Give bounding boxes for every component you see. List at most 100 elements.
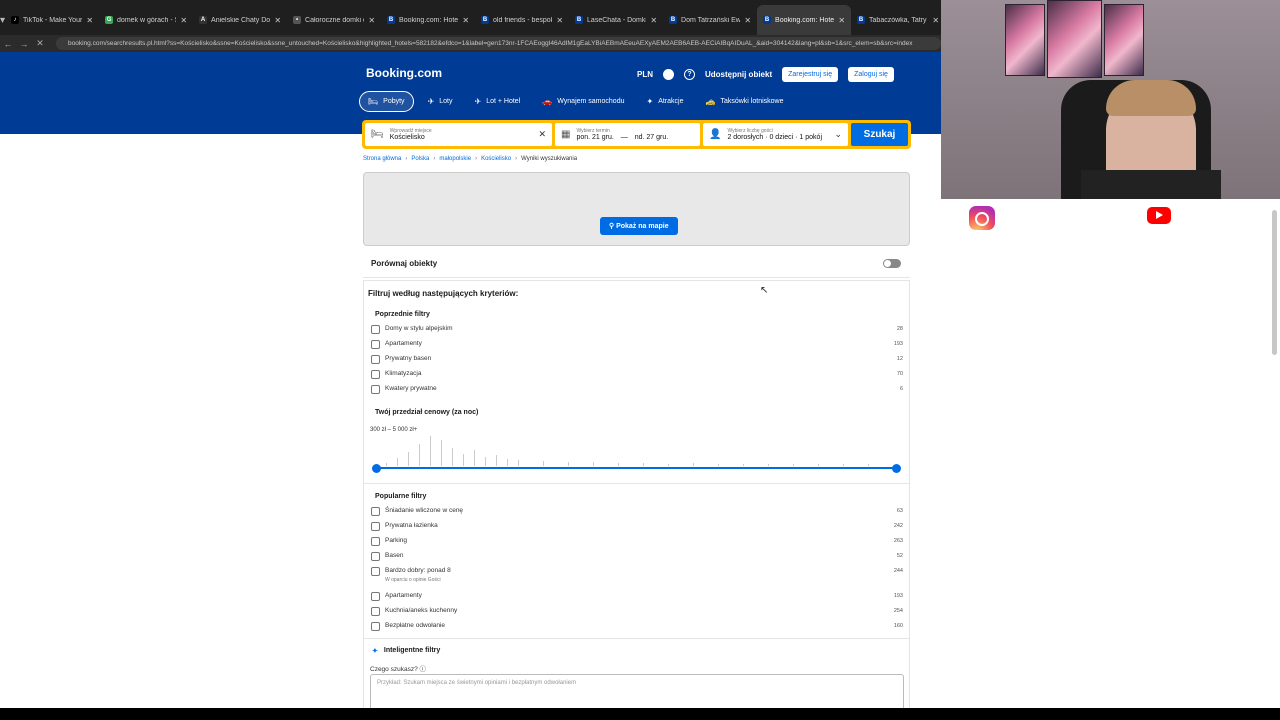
filter-checkbox[interactable] bbox=[371, 385, 380, 394]
forward-icon[interactable]: → bbox=[16, 39, 32, 49]
filter-option[interactable]: Apartamenty 193 bbox=[371, 339, 903, 350]
back-icon[interactable]: ← bbox=[0, 39, 16, 49]
filter-checkbox[interactable] bbox=[371, 567, 380, 576]
nav-item[interactable]: 🚗 Wynajem samochodu bbox=[534, 91, 632, 112]
histogram-bar bbox=[818, 464, 819, 466]
filter-checkbox[interactable] bbox=[371, 552, 380, 561]
close-tab-icon[interactable]: ✕ bbox=[274, 16, 281, 25]
browser-tab[interactable]: Gdomek w górach - Szukaj ✕ bbox=[99, 5, 193, 35]
price-min-handle[interactable] bbox=[372, 464, 381, 473]
filter-checkbox[interactable] bbox=[371, 622, 380, 631]
filter-option[interactable]: Basen 52 bbox=[371, 551, 903, 562]
browser-tab[interactable]: ♪TikTok - Make Your Day✕ bbox=[5, 5, 99, 35]
stop-loading-icon[interactable]: ✕ bbox=[32, 38, 48, 49]
browser-tab[interactable]: B Booking.com: Hotele ✕ bbox=[381, 5, 475, 35]
nav-item[interactable]: 🛏 Pobyty bbox=[359, 91, 414, 112]
nav-item[interactable]: ✈ Lot + Hotel bbox=[467, 91, 529, 112]
destination-field[interactable]: 🛏 Wprowadź miejsce Kościelisko ✕ bbox=[365, 123, 552, 146]
filter-option[interactable]: Apartamenty 193 bbox=[371, 591, 903, 602]
close-tab-icon[interactable]: ✕ bbox=[744, 16, 751, 25]
overlay-panel bbox=[941, 199, 1280, 708]
tab-title: Booking.com: Hotele bbox=[775, 16, 835, 24]
currency-selector[interactable]: PLN bbox=[637, 70, 653, 79]
bed-icon: 🛏 bbox=[371, 129, 384, 140]
filter-checkbox[interactable] bbox=[371, 325, 380, 334]
date-field[interactable]: ▦ Wybierz termin pon. 21 gru. — nd. 27 g… bbox=[555, 123, 700, 146]
tab-title: Anielskie Chaty Domki bbox=[211, 16, 271, 24]
close-tab-icon[interactable]: ✕ bbox=[368, 16, 375, 25]
nav-item[interactable]: ✦ Atrakcje bbox=[638, 91, 691, 112]
filter-checkbox[interactable] bbox=[371, 370, 380, 379]
close-tab-icon[interactable]: ✕ bbox=[86, 16, 93, 25]
breadcrumb-item[interactable]: Kościelisko bbox=[481, 156, 511, 162]
tab-title: TikTok - Make Your Day bbox=[23, 16, 83, 24]
breadcrumb-item[interactable]: Polska bbox=[411, 156, 429, 162]
close-tab-icon[interactable]: ✕ bbox=[838, 16, 845, 25]
browser-tab[interactable]: •Całoroczne domki drewniane ✕ bbox=[287, 5, 381, 35]
filter-option[interactable]: Prywatna łazienka 242 bbox=[371, 521, 903, 532]
price-max-handle[interactable] bbox=[892, 464, 901, 473]
filter-checkbox[interactable] bbox=[371, 522, 380, 531]
show-on-map-button[interactable]: ⚲ Pokaż na mapie bbox=[600, 217, 678, 235]
filter-option[interactable]: Parking 263 bbox=[371, 536, 903, 547]
browser-tab[interactable]: B Booking.com: Hotele ✕ bbox=[757, 5, 852, 35]
smart-filter-input[interactable]: Przykład: Szukam miejsca ze świetnymi op… bbox=[370, 674, 904, 708]
filter-option[interactable]: Kuchnia/aneks kuchenny 254 bbox=[371, 606, 903, 617]
filter-count: 193 bbox=[893, 593, 903, 599]
breadcrumb-item[interactable]: Strona główna bbox=[363, 156, 401, 162]
tab-title: LaseChata - Domki w górach bbox=[587, 16, 647, 24]
breadcrumb-separator: › bbox=[515, 156, 518, 162]
compare-toggle[interactable] bbox=[883, 259, 901, 268]
nav-item[interactable]: 🚕 Taksówki lotniskowe bbox=[697, 91, 791, 112]
browser-tab[interactable]: BDom Tatrzański Ewa, Kościelisko✕ bbox=[663, 5, 757, 35]
filter-option[interactable]: Bardzo dobry: ponad 8 244 W oparciu o opin… bbox=[371, 566, 903, 583]
filter-label: Prywatna łazienka bbox=[385, 522, 438, 529]
histogram-bar bbox=[668, 464, 669, 466]
bottom-bar bbox=[0, 708, 1280, 720]
nav-item[interactable]: ✈ Loty bbox=[420, 91, 461, 112]
filter-option[interactable]: Domy w stylu alpejskim 28 bbox=[371, 324, 903, 335]
search-button[interactable]: Szukaj bbox=[851, 123, 908, 146]
filter-checkbox[interactable] bbox=[371, 537, 380, 546]
breadcrumb-item[interactable]: małopolskie bbox=[439, 156, 471, 162]
login-button[interactable]: Zaloguj się bbox=[848, 67, 894, 82]
filter-option[interactable]: Śniadanie wliczone w cenę 63 bbox=[371, 506, 903, 517]
filter-option[interactable]: Klimatyzacja 70 bbox=[371, 369, 903, 380]
filter-checkbox[interactable] bbox=[371, 340, 380, 349]
histogram-bar bbox=[441, 440, 442, 466]
browser-tab[interactable]: AAnielskie Chaty Domki✕ bbox=[193, 5, 287, 35]
breadcrumb-separator: › bbox=[433, 156, 436, 162]
close-tab-icon[interactable]: ✕ bbox=[932, 16, 939, 25]
language-flag-icon[interactable] bbox=[663, 69, 674, 80]
tab-title: Dom Tatrzański Ewa, Kościelisko bbox=[681, 16, 741, 24]
booking-logo[interactable]: Booking.com bbox=[366, 66, 442, 80]
page-scrollbar[interactable] bbox=[1272, 210, 1277, 355]
help-icon[interactable]: ? bbox=[684, 69, 695, 80]
browser-tab[interactable]: BLaseChata - Domki w górach✕ bbox=[569, 5, 663, 35]
filter-option[interactable]: Kwatery prywatne 6 bbox=[371, 384, 903, 395]
price-slider-track[interactable] bbox=[376, 467, 897, 469]
nav-item-icon: ✈ bbox=[474, 97, 482, 106]
browser-tab[interactable]: Bold friends - bespoke ✕ bbox=[475, 5, 569, 35]
close-tab-icon[interactable]: ✕ bbox=[180, 16, 187, 25]
filter-checkbox[interactable] bbox=[371, 355, 380, 364]
filter-option[interactable]: Prywatny basen 12 bbox=[371, 354, 903, 365]
browser-tab[interactable]: B Tabaczówka, Tatry ✕ bbox=[851, 5, 941, 35]
filter-option[interactable]: Bezpłatne odwołanie 160 bbox=[371, 621, 903, 632]
list-property-link[interactable]: Udostępnij obiekt bbox=[705, 70, 772, 79]
guests-field[interactable]: 👤 Wybierz liczbę gości 2 dorosłych · 0 d… bbox=[703, 123, 848, 146]
info-icon[interactable]: ⓘ bbox=[420, 666, 427, 673]
histogram-bar bbox=[793, 464, 794, 466]
close-tab-icon[interactable]: ✕ bbox=[650, 16, 657, 25]
close-tab-icon[interactable]: ✕ bbox=[556, 16, 563, 25]
close-tab-icon[interactable]: ✕ bbox=[462, 16, 469, 25]
chevron-down-icon[interactable]: ⌄ bbox=[834, 129, 842, 140]
register-button[interactable]: Zarejestruj się bbox=[782, 67, 839, 82]
url-field[interactable]: booking.com/searchresults.pl.html?ss=Koś… bbox=[56, 37, 941, 50]
filter-checkbox[interactable] bbox=[371, 507, 380, 516]
map-preview[interactable]: ⚲ Pokaż na mapie bbox=[363, 172, 910, 246]
filter-checkbox[interactable] bbox=[371, 607, 380, 616]
tab-favicon-icon: B bbox=[669, 16, 678, 24]
filter-checkbox[interactable] bbox=[371, 592, 380, 601]
clear-destination-icon[interactable]: ✕ bbox=[538, 129, 546, 140]
